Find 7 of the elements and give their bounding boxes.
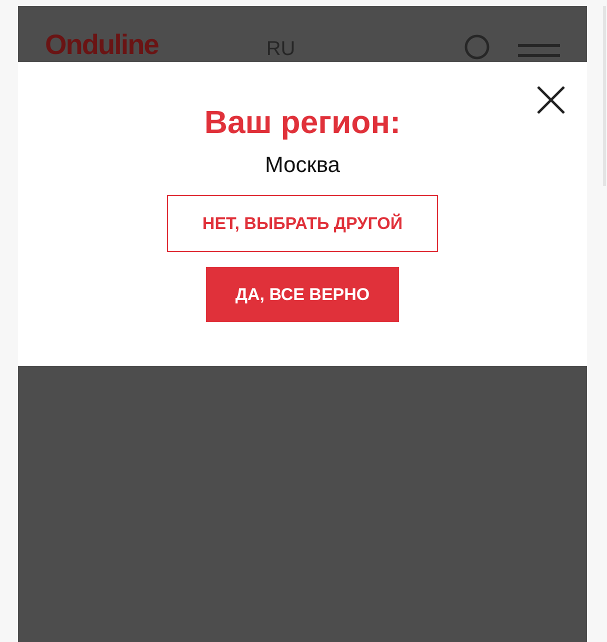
menu-icon[interactable] xyxy=(518,44,560,58)
close-icon[interactable] xyxy=(536,85,566,115)
confirm-button[interactable]: ДА, ВСЕ ВЕРНО xyxy=(206,267,399,322)
dialog-title: Ваш регион: xyxy=(204,104,401,140)
choose-other-button[interactable]: НЕТ, ВЫБРАТЬ ДРУГОЙ xyxy=(167,195,438,252)
search-icon[interactable] xyxy=(464,34,490,60)
region-name: Москва xyxy=(264,152,340,178)
